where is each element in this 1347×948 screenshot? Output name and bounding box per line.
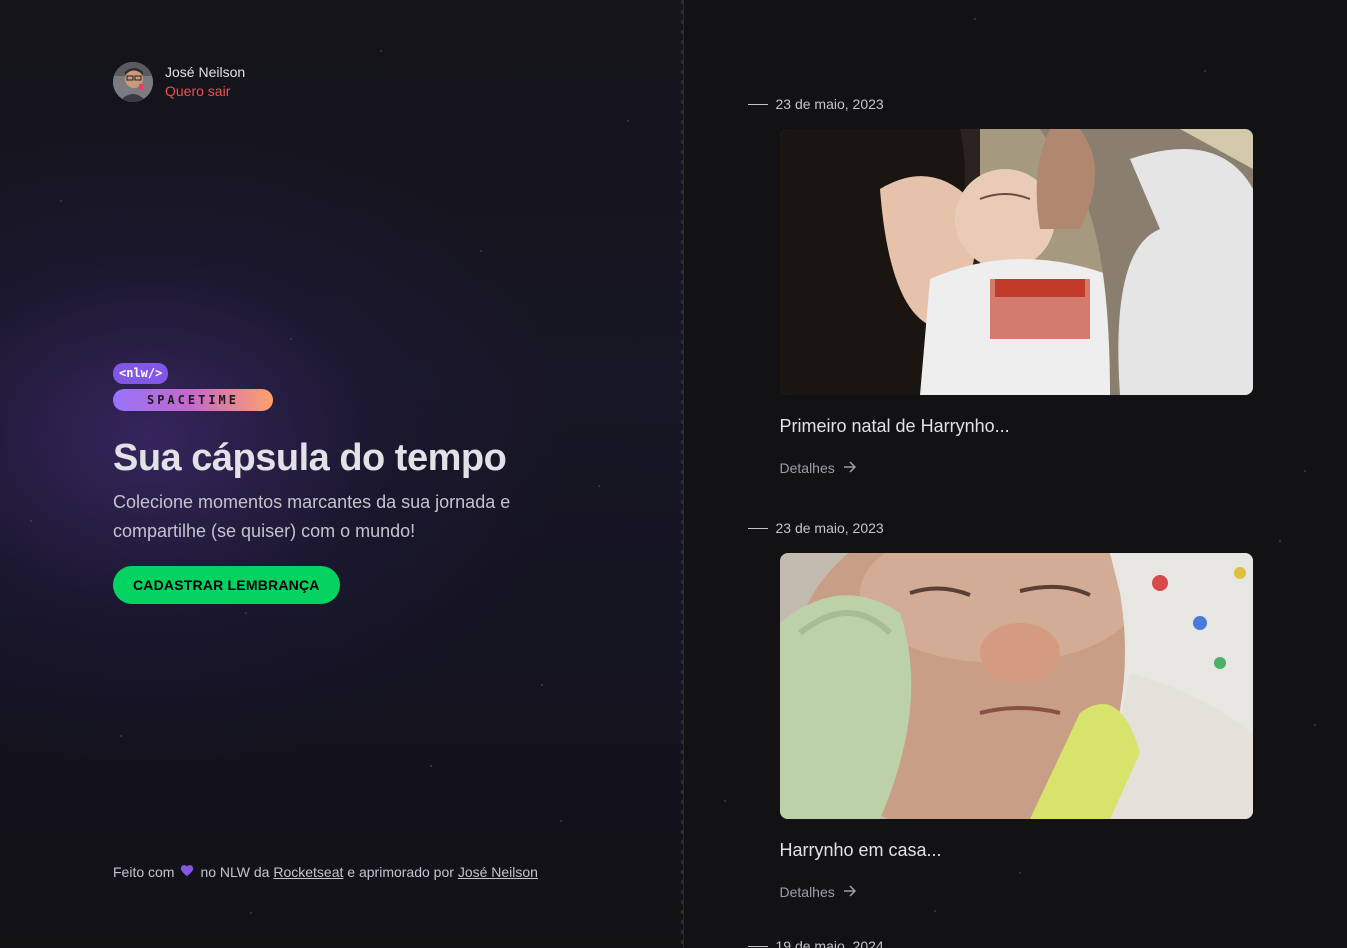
memory-excerpt: Primeiro natal de Harrynho...	[779, 416, 1010, 436]
hero-description: Colecione momentos marcantes da sua jorn…	[113, 492, 511, 541]
page-title: Sua cápsula do tempo	[113, 437, 507, 479]
logo-spacetime-badge: SPACETIME	[113, 389, 273, 411]
arrow-right-icon	[843, 884, 857, 900]
profile-name: José Neilson	[165, 64, 246, 80]
user-profile: José Neilson Quero sair	[113, 62, 245, 102]
memory-details-label: Detalhes	[779, 460, 835, 476]
panel-divider	[680, 0, 683, 948]
memory-card: 23 de maio, 2023	[747, 520, 1253, 900]
footer-suffix: e aprimorado por	[347, 864, 454, 880]
arrow-right-icon	[843, 460, 857, 476]
logo-nlw-badge: <nlw/>	[113, 363, 169, 384]
memory-excerpt: Harrynho em casa...	[779, 840, 942, 860]
heart-icon	[180, 864, 194, 880]
rocketseat-link[interactable]: Rocketseat	[273, 864, 343, 880]
footer-prefix: Feito com	[113, 864, 175, 880]
memory-details-link[interactable]: Detalhes	[780, 884, 1253, 900]
memories-timeline: 23 de maio, 2023 Primeiro natal de Harry…	[683, 0, 1347, 948]
memory-photo[interactable]	[779, 553, 1253, 819]
avatar	[113, 62, 153, 102]
logout-link[interactable]: Quero sair	[165, 82, 245, 101]
memory-date: 19 de maio, 2024	[747, 938, 884, 948]
memory-details-link[interactable]: Detalhes	[780, 460, 1253, 476]
footer-middle: no NLW da	[200, 864, 270, 880]
timeline-dash	[747, 527, 768, 529]
left-panel: José Neilson Quero sair <nlw/> SPACETIME…	[0, 0, 684, 948]
memory-date: 23 de maio, 2023	[747, 96, 1253, 112]
profile-text: José Neilson Quero sair	[165, 63, 245, 101]
timeline-dash	[747, 103, 768, 105]
hero: <nlw/> SPACETIME Sua cápsula do tempo Co…	[113, 363, 553, 604]
timeline-dash	[747, 945, 768, 947]
memory-photo[interactable]	[779, 129, 1253, 395]
memory-date: 23 de maio, 2023	[747, 520, 1253, 536]
app: José Neilson Quero sair <nlw/> SPACETIME…	[0, 0, 1347, 948]
memory-card: 23 de maio, 2023	[747, 96, 1253, 476]
memory-card: 19 de maio, 2024	[747, 938, 884, 948]
footer: Feito com no NLW da Rocketseat e aprimor…	[113, 864, 538, 880]
author-link[interactable]: José Neilson	[458, 864, 538, 880]
memory-date-text: 23 de maio, 2023	[775, 96, 884, 112]
nlw-spacetime-logo: <nlw/> SPACETIME	[113, 363, 275, 411]
memory-details-label: Detalhes	[779, 884, 835, 900]
memory-date-text: 19 de maio, 2024	[775, 938, 884, 948]
memory-date-text: 23 de maio, 2023	[775, 520, 884, 536]
create-memory-button[interactable]: CADASTRAR LEMBRANÇA	[113, 566, 340, 604]
